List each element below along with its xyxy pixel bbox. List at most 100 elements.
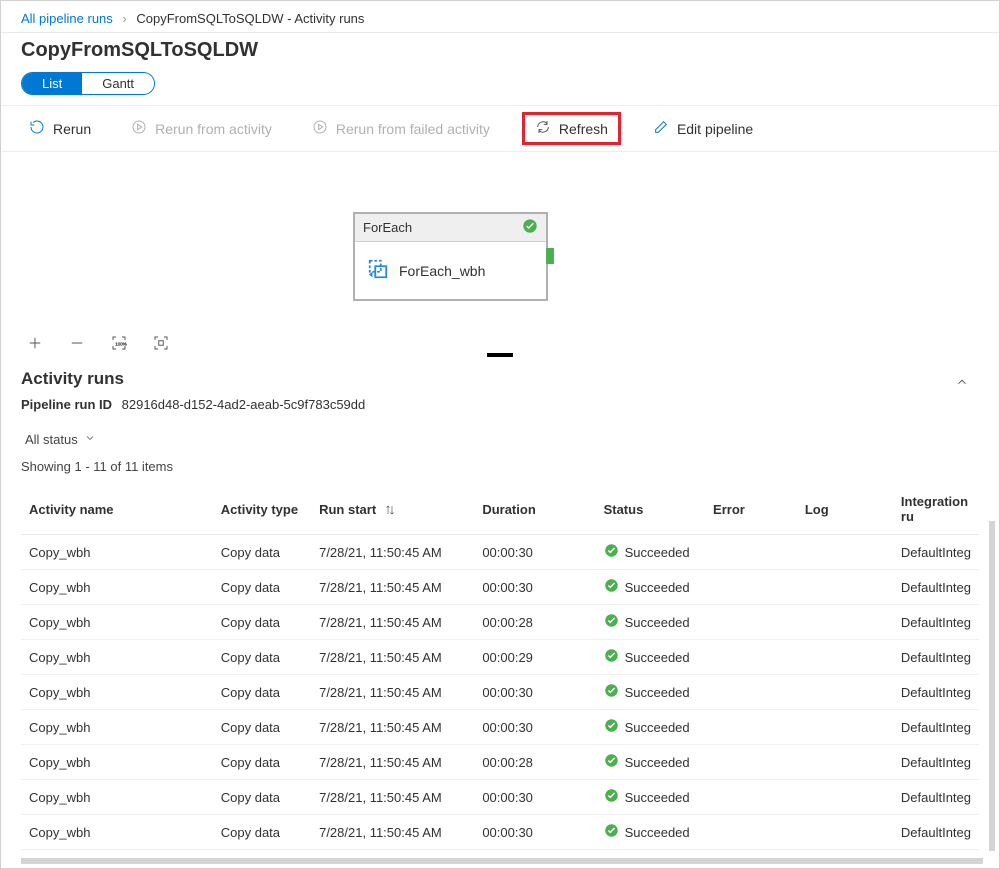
cell-activity-type: Copy data [213,745,311,780]
table-row[interactable]: Copy_wbhCopy data7/28/21, 11:50:45 AM00:… [21,640,979,675]
cell-activity-type: Copy data [213,815,311,850]
cell-duration: 00:00:28 [474,605,595,640]
rerun-label: Rerun [53,121,91,137]
table-row[interactable]: Copy_wbhCopy data7/28/21, 11:50:45 AM00:… [21,745,979,780]
cell-activity-name: Copy_wbh [21,815,213,850]
rerun-from-activity-button: Rerun from activity [123,113,280,144]
cell-run-start: 7/28/21, 11:50:45 AM [311,605,474,640]
cell-status: Succeeded [596,745,705,780]
zoom-out-button[interactable] [68,334,86,352]
cell-run-start: 7/28/21, 11:50:45 AM [311,815,474,850]
cell-integration-runtime: DefaultInteg [893,745,979,780]
rerun-from-failed-button: Rerun from failed activity [304,113,498,144]
success-icon [604,613,619,631]
rerun-activity-icon [131,119,147,138]
success-icon [522,218,538,237]
success-icon [604,823,619,841]
rerun-button[interactable]: Rerun [21,113,99,144]
cell-run-start: 7/28/21, 11:50:45 AM [311,570,474,605]
zoom-in-button[interactable] [26,334,44,352]
edit-icon [653,119,669,138]
cell-error [705,710,797,745]
cell-duration: 00:00:30 [474,710,595,745]
cell-log [797,780,893,815]
cell-integration-runtime: DefaultInteg [893,710,979,745]
col-error[interactable]: Error [705,484,797,535]
breadcrumb: All pipeline runs › CopyFromSQLToSQLDW -… [1,1,999,33]
cell-activity-type: Copy data [213,675,311,710]
node-output-handle[interactable] [546,248,554,264]
cell-activity-type: Copy data [213,710,311,745]
activity-runs-table: Activity name Activity type Run start Du… [21,484,979,850]
cell-status: Succeeded [596,640,705,675]
status-filter-label: All status [25,432,78,447]
run-id-value: 82916d48-d152-4ad2-aeab-5c9f783c59dd [122,397,366,412]
cell-error [705,780,797,815]
foreach-node[interactable]: ForEach ForEach_wbh [353,212,548,301]
cell-activity-name: Copy_wbh [21,570,213,605]
col-log[interactable]: Log [797,484,893,535]
sort-icon [380,502,396,517]
cell-activity-name: Copy_wbh [21,780,213,815]
cell-activity-name: Copy_wbh [21,675,213,710]
collapse-panel-button[interactable] [955,375,969,392]
table-row[interactable]: Copy_wbhCopy data7/28/21, 11:50:45 AM00:… [21,815,979,850]
table-row[interactable]: Copy_wbhCopy data7/28/21, 11:50:45 AM00:… [21,535,979,570]
toggle-gantt[interactable]: Gantt [82,73,154,94]
cell-integration-runtime: DefaultInteg [893,605,979,640]
cell-duration: 00:00:30 [474,780,595,815]
col-run-start-label: Run start [319,502,376,517]
cell-error [705,745,797,780]
cell-activity-name: Copy_wbh [21,745,213,780]
view-toggle: List Gantt [21,72,155,95]
vertical-scrollbar[interactable] [989,521,995,851]
rerun-activity-label: Rerun from activity [155,121,272,137]
table-row[interactable]: Copy_wbhCopy data7/28/21, 11:50:45 AM00:… [21,570,979,605]
col-duration[interactable]: Duration [474,484,595,535]
pipeline-canvas[interactable]: ForEach ForEach_wbh 100% [1,152,999,357]
success-icon [604,648,619,666]
cell-status: Succeeded [596,535,705,570]
edit-pipeline-button[interactable]: Edit pipeline [645,113,761,144]
cell-integration-runtime: DefaultInteg [893,535,979,570]
table-row[interactable]: Copy_wbhCopy data7/28/21, 11:50:45 AM00:… [21,675,979,710]
col-activity-type[interactable]: Activity type [213,484,311,535]
breadcrumb-separator: › [122,11,126,26]
cell-duration: 00:00:30 [474,675,595,710]
cell-integration-runtime: DefaultInteg [893,570,979,605]
cell-log [797,675,893,710]
col-status[interactable]: Status [596,484,705,535]
cell-duration: 00:00:30 [474,570,595,605]
cell-error [705,605,797,640]
zoom-100-button[interactable]: 100% [110,334,128,352]
canvas-controls: 100% [26,334,170,352]
refresh-label: Refresh [559,121,608,137]
node-name: ForEach_wbh [399,263,485,279]
cell-error [705,570,797,605]
cell-activity-type: Copy data [213,535,311,570]
success-icon [604,543,619,561]
breadcrumb-root-link[interactable]: All pipeline runs [21,11,113,26]
refresh-button[interactable]: Refresh [522,112,621,145]
horizontal-scrollbar[interactable] [21,858,983,864]
cell-integration-runtime: DefaultInteg [893,675,979,710]
success-icon [604,753,619,771]
cell-status: Succeeded [596,605,705,640]
table-row[interactable]: Copy_wbhCopy data7/28/21, 11:50:45 AM00:… [21,780,979,815]
cell-run-start: 7/28/21, 11:50:45 AM [311,535,474,570]
toggle-list[interactable]: List [22,73,82,94]
cell-log [797,815,893,850]
page-title: CopyFromSQLToSQLDW [21,39,979,62]
table-row[interactable]: Copy_wbhCopy data7/28/21, 11:50:45 AM00:… [21,710,979,745]
activity-runs-panel: Activity runs Pipeline run ID 82916d48-d… [1,357,999,850]
col-run-start[interactable]: Run start [311,484,474,535]
table-row[interactable]: Copy_wbhCopy data7/28/21, 11:50:45 AM00:… [21,605,979,640]
zoom-fit-button[interactable] [152,334,170,352]
cell-log [797,640,893,675]
cell-activity-type: Copy data [213,640,311,675]
status-filter-dropdown[interactable]: All status [25,432,96,447]
cell-status: Succeeded [596,675,705,710]
col-integration-runtime[interactable]: Integration ru [893,484,979,535]
node-type-label: ForEach [363,220,412,235]
col-activity-name[interactable]: Activity name [21,484,213,535]
